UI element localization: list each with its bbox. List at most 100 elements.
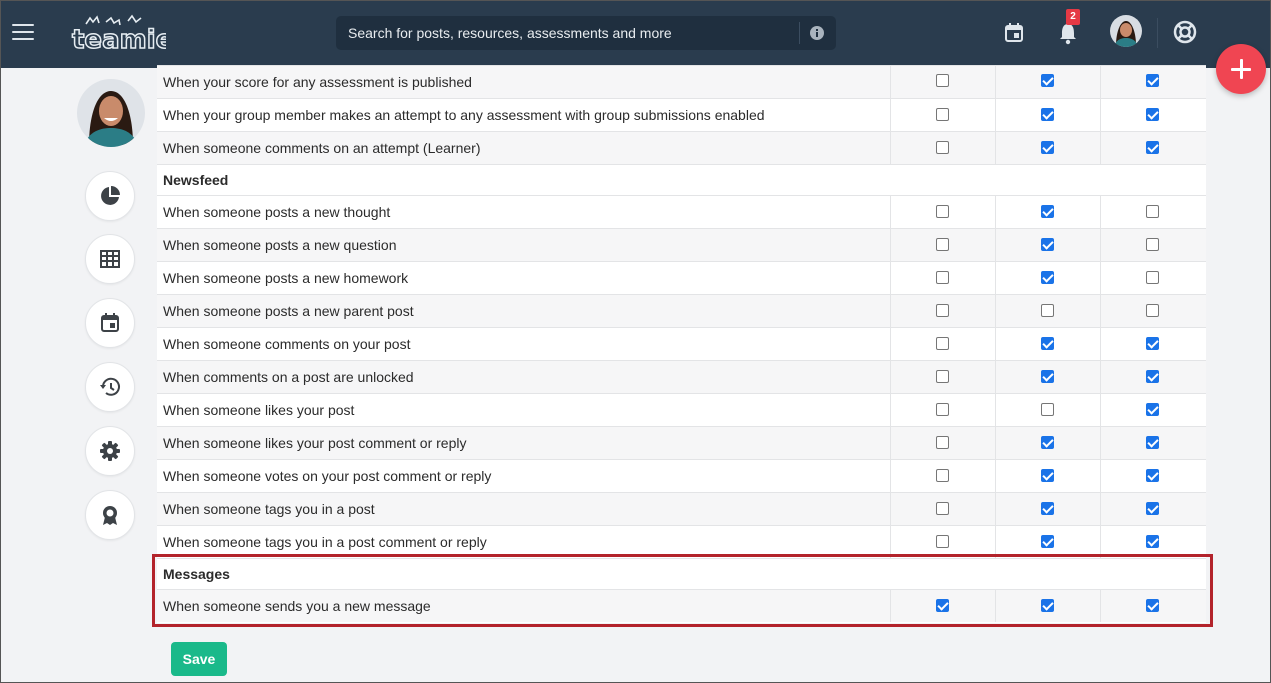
notification-checkbox-col-3[interactable] [1146, 535, 1159, 548]
notification-settings-table: When your score for any assessment is pu… [157, 65, 1206, 623]
notification-checkbox-col-2[interactable] [1041, 337, 1054, 350]
save-button[interactable]: Save [171, 642, 227, 676]
notification-checkbox-col-2[interactable] [1041, 238, 1054, 251]
notification-checkbox-col-2[interactable] [1041, 436, 1054, 449]
grid-table-icon [100, 250, 120, 268]
column-divider [890, 295, 891, 327]
notification-checkbox-col-2[interactable] [1041, 74, 1054, 87]
rail-badges-button[interactable] [85, 490, 135, 540]
setting-row: When your group member makes an attempt … [157, 98, 1206, 131]
column-divider [995, 229, 996, 261]
rail-calendar-button[interactable] [85, 298, 135, 348]
column-divider [995, 328, 996, 360]
search-bar[interactable]: Search for posts, resources, assessments… [336, 16, 836, 50]
notification-checkbox-col-1[interactable] [936, 74, 949, 87]
column-divider [995, 132, 996, 164]
column-divider [1100, 196, 1101, 228]
notification-checkbox-col-2[interactable] [1041, 141, 1054, 154]
setting-row: When comments on a post are unlocked [157, 360, 1206, 393]
notification-checkbox-col-2[interactable] [1041, 403, 1054, 416]
pie-chart-icon [101, 186, 120, 205]
column-divider [1100, 262, 1101, 294]
setting-label: When someone sends you a new message [163, 598, 431, 614]
notification-checkbox-col-2[interactable] [1041, 271, 1054, 284]
notification-checkbox-col-3[interactable] [1146, 304, 1159, 317]
search-input[interactable]: Search for posts, resources, assessments… [348, 25, 672, 41]
notification-checkbox-col-2[interactable] [1041, 304, 1054, 317]
column-divider [1100, 590, 1101, 622]
notification-checkbox-col-1[interactable] [936, 535, 949, 548]
setting-row: When someone posts a new homework [157, 261, 1206, 294]
column-divider [890, 493, 891, 525]
calendar-icon[interactable] [1003, 22, 1025, 44]
notification-checkbox-col-2[interactable] [1041, 599, 1054, 612]
column-divider [890, 394, 891, 426]
rail-settings-button[interactable] [85, 426, 135, 476]
notification-checkbox-col-2[interactable] [1041, 370, 1054, 383]
rail-gradebook-button[interactable] [85, 234, 135, 284]
setting-label: When someone posts a new parent post [163, 303, 414, 319]
logo-text: teamie [72, 25, 166, 54]
notification-checkbox-col-3[interactable] [1146, 108, 1159, 121]
notification-checkbox-col-3[interactable] [1146, 436, 1159, 449]
notification-checkbox-col-2[interactable] [1041, 205, 1054, 218]
help-lifebuoy-icon[interactable] [1173, 20, 1197, 44]
notification-checkbox-col-1[interactable] [936, 108, 949, 121]
notification-checkbox-col-3[interactable] [1146, 403, 1159, 416]
notification-checkbox-col-1[interactable] [936, 502, 949, 515]
setting-row: When someone posts a new question [157, 228, 1206, 261]
setting-row: When your score for any assessment is pu… [157, 65, 1206, 98]
notification-checkbox-col-3[interactable] [1146, 74, 1159, 87]
profile-avatar[interactable] [77, 79, 145, 147]
setting-label: When someone posts a new question [163, 237, 397, 253]
notification-checkbox-col-3[interactable] [1146, 370, 1159, 383]
add-new-button[interactable] [1216, 44, 1266, 94]
search-divider [799, 22, 800, 44]
notification-checkbox-col-1[interactable] [936, 271, 949, 284]
column-divider [995, 590, 996, 622]
column-divider [995, 493, 996, 525]
notification-checkbox-col-1[interactable] [936, 141, 949, 154]
teamie-logo[interactable]: teamie [70, 12, 166, 54]
notification-checkbox-col-3[interactable] [1146, 337, 1159, 350]
notification-checkbox-col-3[interactable] [1146, 238, 1159, 251]
column-divider [1100, 427, 1101, 459]
calendar-icon [101, 313, 119, 332]
notification-checkbox-col-1[interactable] [936, 337, 949, 350]
setting-label: When someone tags you in a post [163, 501, 375, 517]
setting-label: When someone posts a new thought [163, 204, 391, 220]
notification-checkbox-col-3[interactable] [1146, 205, 1159, 218]
notification-checkbox-col-2[interactable] [1041, 535, 1054, 548]
notification-checkbox-col-2[interactable] [1041, 108, 1054, 121]
notification-checkbox-col-2[interactable] [1041, 469, 1054, 482]
rail-stats-button[interactable] [85, 171, 135, 221]
notification-checkbox-col-1[interactable] [936, 599, 949, 612]
notification-checkbox-col-3[interactable] [1146, 469, 1159, 482]
setting-label: When someone tags you in a post comment … [163, 534, 487, 550]
column-divider [890, 132, 891, 164]
setting-label: When someone comments on your post [163, 336, 411, 352]
column-divider [1100, 361, 1101, 393]
notification-checkbox-col-1[interactable] [936, 238, 949, 251]
notification-checkbox-col-1[interactable] [936, 205, 949, 218]
notification-checkbox-col-1[interactable] [936, 304, 949, 317]
history-icon [100, 377, 120, 396]
hamburger-menu-icon[interactable] [12, 24, 34, 42]
column-divider [1100, 295, 1101, 327]
section-header-row: Newsfeed [157, 164, 1206, 195]
notification-checkbox-col-3[interactable] [1146, 141, 1159, 154]
notification-checkbox-col-1[interactable] [936, 403, 949, 416]
notification-checkbox-col-2[interactable] [1041, 502, 1054, 515]
notification-checkbox-col-1[interactable] [936, 436, 949, 449]
notification-checkbox-col-1[interactable] [936, 370, 949, 383]
setting-row: When someone tags you in a post comment … [157, 525, 1206, 558]
notification-checkbox-col-3[interactable] [1146, 271, 1159, 284]
column-divider [995, 99, 996, 131]
notification-checkbox-col-1[interactable] [936, 469, 949, 482]
notification-checkbox-col-3[interactable] [1146, 599, 1159, 612]
user-avatar[interactable] [1110, 15, 1142, 47]
notification-checkbox-col-3[interactable] [1146, 502, 1159, 515]
rail-history-button[interactable] [85, 362, 135, 412]
info-icon[interactable] [809, 25, 825, 41]
award-icon [103, 506, 117, 525]
